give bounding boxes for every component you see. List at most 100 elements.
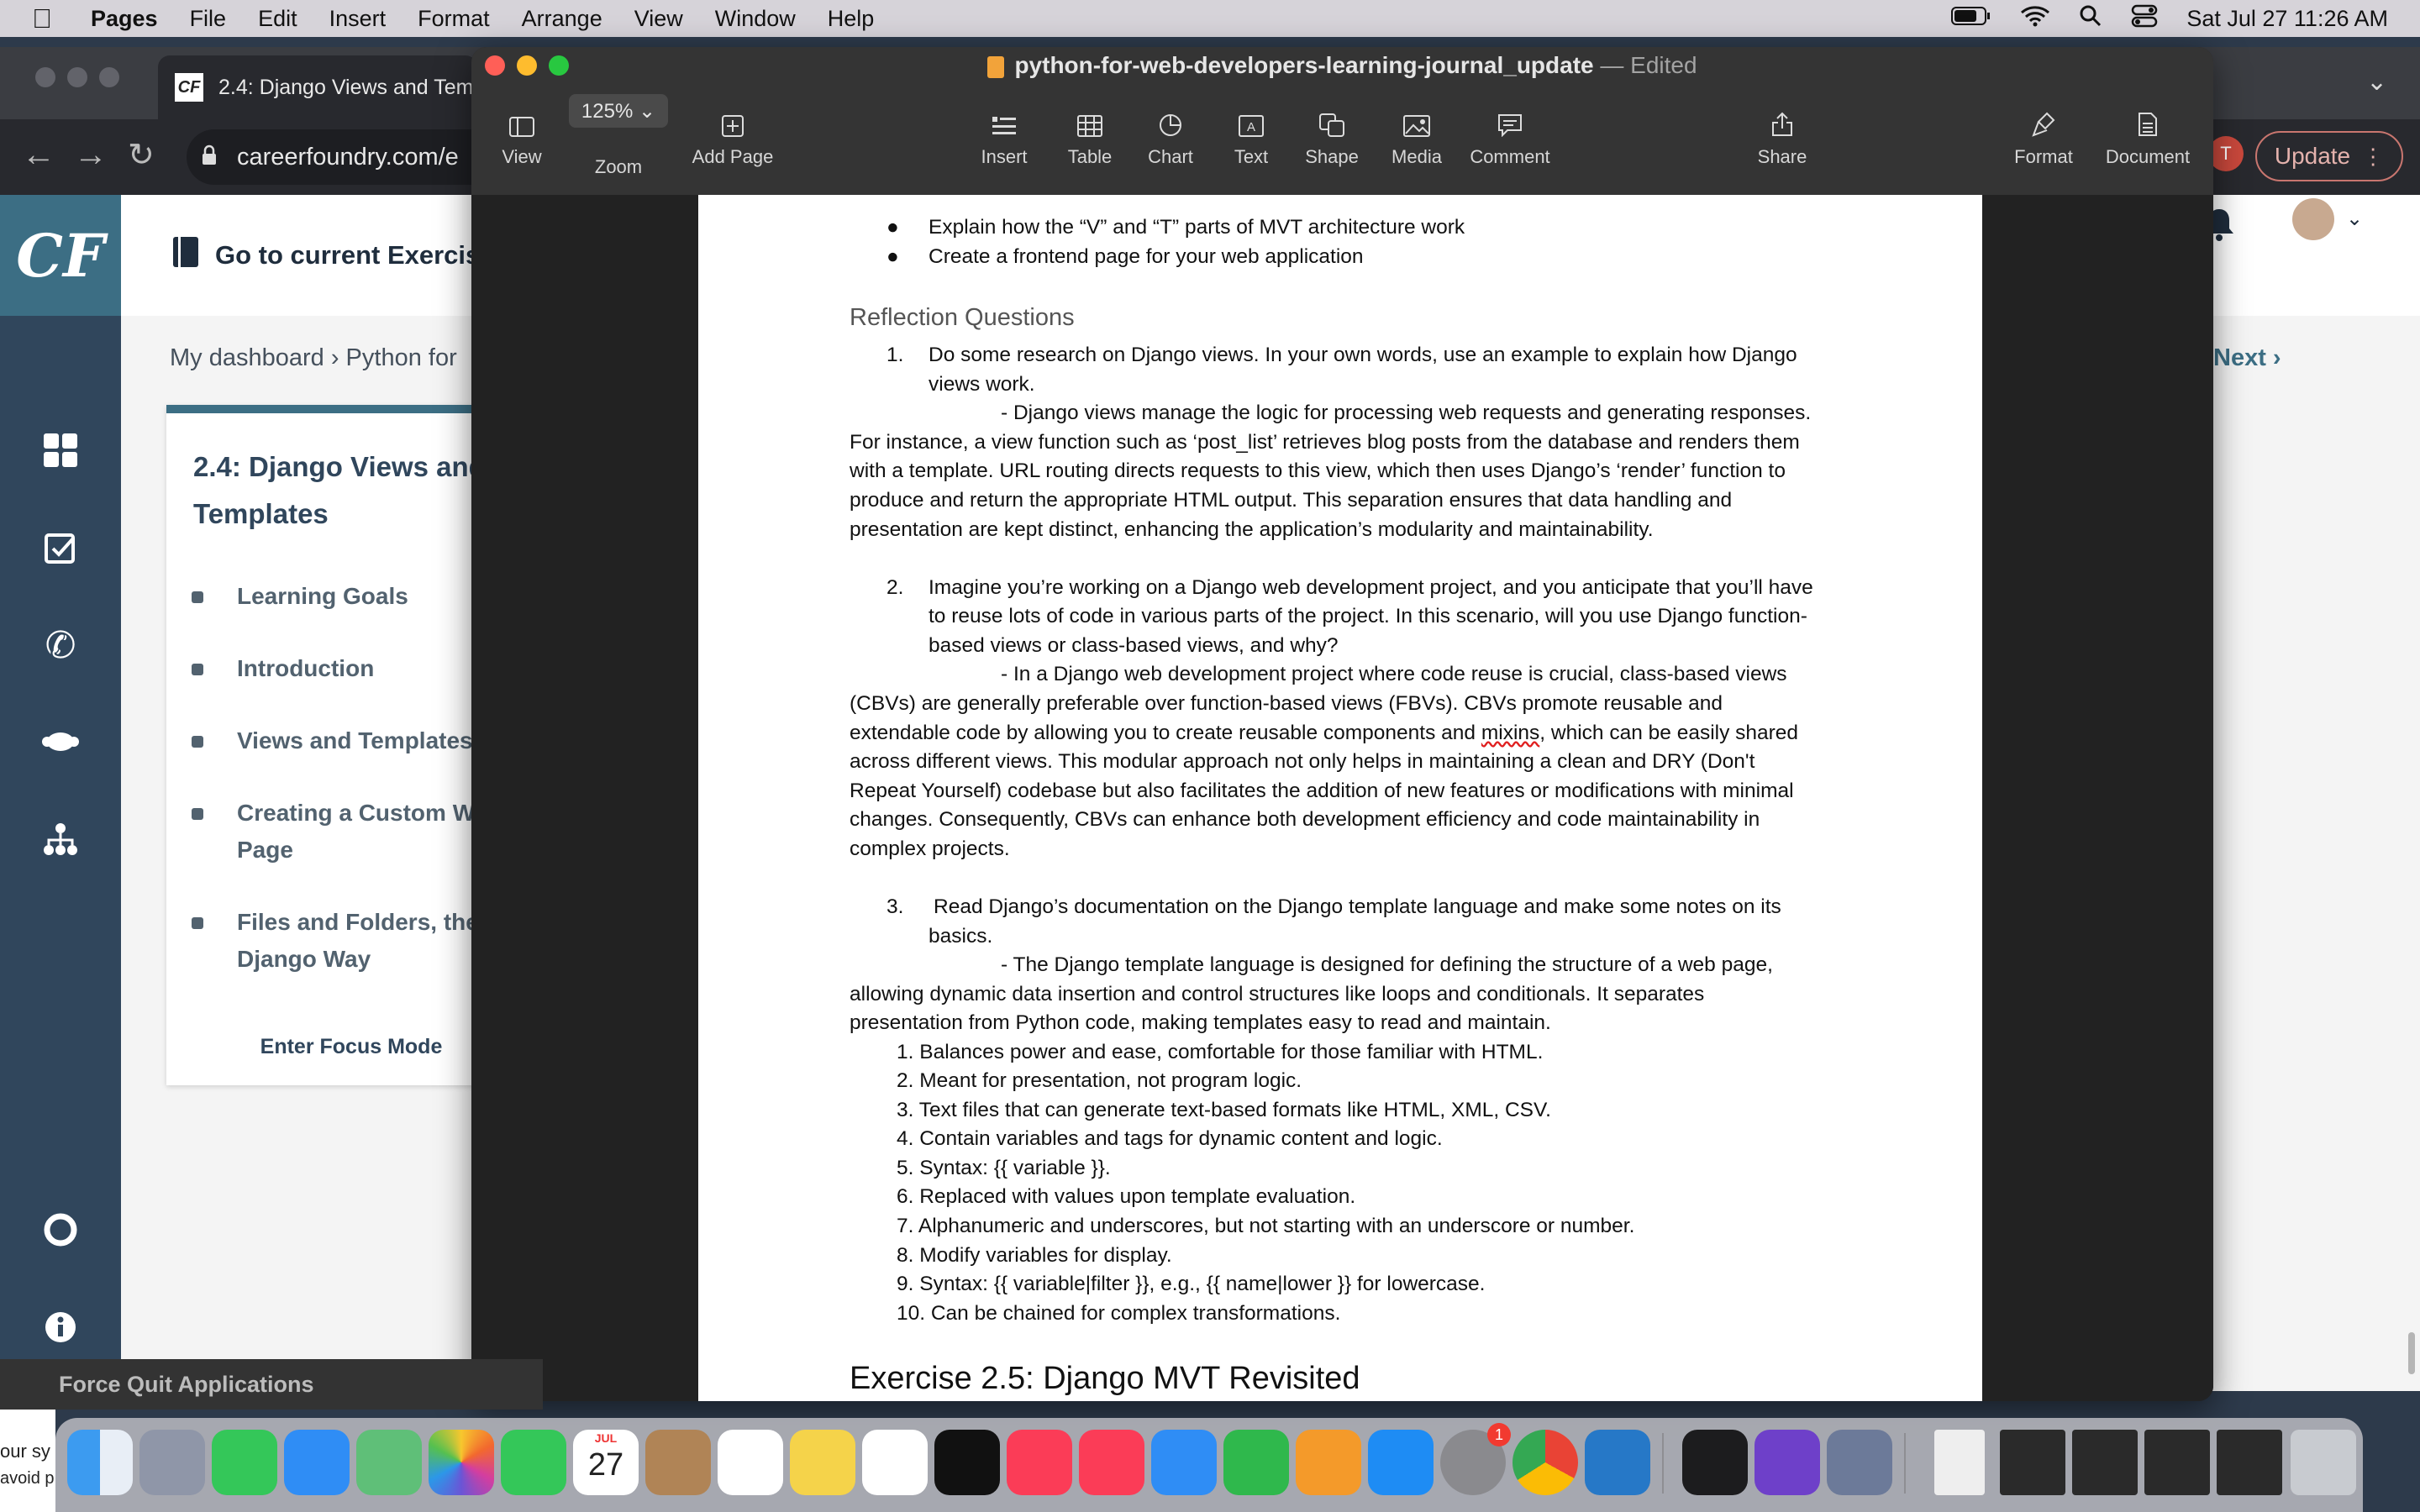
minimized-window-thumbnail[interactable] xyxy=(2217,1430,2282,1495)
chrome-icon[interactable] xyxy=(1512,1430,1578,1495)
page-scrollbar[interactable] xyxy=(2408,1332,2415,1374)
tab-list-chevron-icon[interactable]: ⌄ xyxy=(2366,67,2387,97)
menu-window[interactable]: Window xyxy=(715,6,796,32)
user-avatar[interactable] xyxy=(2292,198,2334,240)
numbers-icon[interactable] xyxy=(1223,1430,1289,1495)
network-icon[interactable] xyxy=(35,815,86,865)
apple-tv-icon[interactable] xyxy=(934,1430,1000,1495)
notes-icon[interactable] xyxy=(790,1430,855,1495)
note-item: 10. Can be chained for complex transform… xyxy=(897,1302,1341,1325)
insert-button[interactable]: Insert xyxy=(969,84,1039,193)
phone-icon[interactable]: ✆ xyxy=(35,620,86,670)
back-arrow-icon[interactable]: ← xyxy=(22,136,55,174)
cf-logo[interactable]: CF xyxy=(0,195,121,316)
control-center-icon[interactable] xyxy=(2131,4,2158,34)
pages-app-icon[interactable] xyxy=(1296,1430,1361,1495)
media-button[interactable]: Media xyxy=(1377,84,1456,193)
menu-insert[interactable]: Insert xyxy=(329,6,387,32)
browser-zoom-button[interactable] xyxy=(99,67,119,87)
chart-label: Chart xyxy=(1148,146,1193,167)
support-lifebuoy-icon[interactable] xyxy=(35,1205,86,1255)
browser-minimize-button[interactable] xyxy=(67,67,87,87)
text-button[interactable]: A Text xyxy=(1216,84,1286,193)
messages-icon[interactable] xyxy=(212,1430,277,1495)
breadcrumb[interactable]: My dashboard › Python for xyxy=(170,344,457,372)
share-button[interactable]: Share xyxy=(1732,84,1833,193)
terminal-icon[interactable] xyxy=(1682,1430,1748,1495)
comment-button[interactable]: Comment xyxy=(1460,84,1560,193)
mail-icon[interactable] xyxy=(284,1430,350,1495)
music-icon[interactable] xyxy=(1007,1430,1072,1495)
document-page[interactable]: ● Explain how the “V” and “T” parts of M… xyxy=(698,195,1982,1401)
community-chat-icon[interactable] xyxy=(35,717,86,768)
menu-help[interactable]: Help xyxy=(828,6,875,32)
insert-label: Insert xyxy=(981,146,1028,167)
background-window-fragment: our sy avoid p xyxy=(0,1410,55,1512)
minimized-window-thumbnail[interactable] xyxy=(2000,1430,2065,1495)
finder-icon[interactable] xyxy=(67,1430,133,1495)
forward-arrow-icon[interactable]: → xyxy=(74,136,108,174)
photos-icon[interactable] xyxy=(429,1430,494,1495)
contacts-icon[interactable] xyxy=(645,1430,711,1495)
document-canvas[interactable]: ● Explain how the “V” and “T” parts of M… xyxy=(471,195,2213,1401)
freeform-icon[interactable] xyxy=(862,1430,928,1495)
github-desktop-icon[interactable] xyxy=(1754,1430,1820,1495)
view-button[interactable]: View xyxy=(492,84,552,193)
preview-icon[interactable] xyxy=(1827,1430,1892,1495)
menu-app-name[interactable]: Pages xyxy=(91,6,158,32)
minimized-window-thumbnail[interactable] xyxy=(2072,1430,2138,1495)
next-link[interactable]: Next › xyxy=(2213,344,2281,372)
spotlight-search-icon[interactable] xyxy=(2079,4,2102,34)
apple-menu-icon[interactable]:  xyxy=(32,3,52,34)
menu-view[interactable]: View xyxy=(634,6,683,32)
document-button[interactable]: Document xyxy=(2093,84,2202,193)
app-store-icon[interactable] xyxy=(1368,1430,1434,1495)
shape-label: Shape xyxy=(1305,146,1359,167)
menu-file[interactable]: File xyxy=(190,6,227,32)
browser-profile-avatar[interactable]: T xyxy=(2208,136,2244,171)
answer-text: For instance, a view function such as ‘p… xyxy=(850,431,1800,454)
menu-arrange[interactable]: Arrange xyxy=(522,6,602,32)
dashboard-grid-icon[interactable] xyxy=(35,425,86,475)
reminders-icon[interactable] xyxy=(718,1430,783,1495)
reload-icon[interactable]: ↻ xyxy=(128,136,155,174)
wifi-icon[interactable] xyxy=(2020,5,2050,33)
facetime-icon[interactable] xyxy=(501,1430,566,1495)
answer-text: allowing dynamic data insertion and cont… xyxy=(850,983,1705,1005)
menu-edit[interactable]: Edit xyxy=(258,6,297,32)
question-text: based views or class-based views, and wh… xyxy=(929,634,1339,657)
browser-tab[interactable]: CF 2.4: Django Views and Tem xyxy=(158,55,477,119)
table-button[interactable]: Table xyxy=(1055,84,1125,193)
answer-text: produce and return the appropriate HTML … xyxy=(850,489,1733,512)
calendar-icon[interactable]: JUL 27 xyxy=(573,1430,639,1495)
trash-icon[interactable] xyxy=(2291,1430,2356,1495)
browser-close-button[interactable] xyxy=(35,67,55,87)
battery-icon[interactable] xyxy=(1951,6,1991,32)
news-icon[interactable] xyxy=(1079,1430,1144,1495)
maps-icon[interactable] xyxy=(356,1430,422,1495)
keynote-icon[interactable] xyxy=(1151,1430,1217,1495)
vscode-icon[interactable] xyxy=(1585,1430,1650,1495)
minimized-window-thumbnail[interactable] xyxy=(2144,1430,2210,1495)
profile-chevron-down-icon[interactable]: ⌄ xyxy=(2346,207,2363,231)
add-page-button[interactable]: Add Page xyxy=(687,84,779,193)
address-bar[interactable]: careerfoundry.com/e xyxy=(187,129,506,185)
system-settings-icon[interactable]: 1 xyxy=(1440,1423,1511,1495)
zoom-select[interactable]: 125% ⌄ xyxy=(569,94,668,128)
info-icon[interactable] xyxy=(35,1302,86,1352)
menu-format[interactable]: Format xyxy=(418,6,490,32)
format-button[interactable]: Format xyxy=(2006,84,2081,193)
answer-text: - Django views manage the logic for proc… xyxy=(1001,402,1812,424)
chart-button[interactable]: Chart xyxy=(1135,84,1206,193)
browser-update-button[interactable]: Update ⋮ xyxy=(2255,131,2403,181)
checklist-icon[interactable] xyxy=(35,522,86,573)
goto-exercise-link[interactable]: Go to current Exercis xyxy=(171,235,480,276)
launchpad-icon[interactable] xyxy=(139,1430,205,1495)
misspelled-word[interactable]: mixins xyxy=(1481,722,1539,744)
shape-button[interactable]: Shape xyxy=(1297,84,1367,193)
document-file-icon[interactable] xyxy=(1934,1430,1985,1495)
zoom-control[interactable]: 125% ⌄ Zoom xyxy=(569,84,668,193)
force-quit-window-title[interactable]: Force Quit Applications xyxy=(0,1359,543,1410)
menu-datetime[interactable]: Sat Jul 27 11:26 AM xyxy=(2186,6,2388,32)
more-dots-icon: ⋮ xyxy=(2362,143,2385,169)
